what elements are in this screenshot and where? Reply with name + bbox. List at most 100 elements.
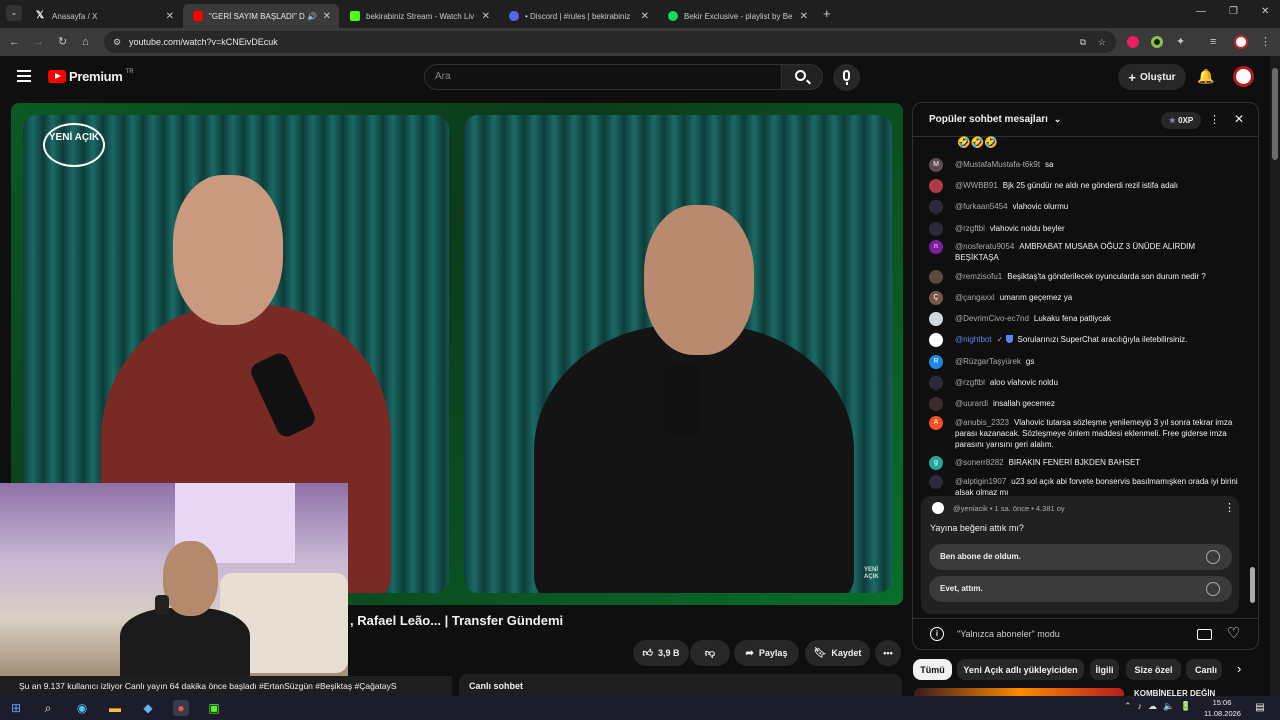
chat-author[interactable]: @rzgftbl [955, 224, 985, 233]
scrollbar-thumb[interactable] [1272, 68, 1278, 160]
voice-search-button[interactable] [833, 64, 860, 91]
page-scrollbar[interactable] [1270, 56, 1280, 698]
tab-youtube[interactable]: "GERİ SAYIM BAŞLADI" Du 🔊 ✕ [183, 4, 339, 28]
extension-icon[interactable] [1127, 36, 1139, 48]
chat-message[interactable]: @WWBB91 Bjk 25 gündür ne aldı ne gönderdi… [929, 179, 1239, 193]
share-button[interactable]: ➦ Paylaş [734, 640, 799, 666]
tab-x[interactable]: 𝕏 Anasayfa / X ✕ [26, 4, 182, 28]
store-icon[interactable]: ◆ [140, 700, 156, 716]
chat-avatar[interactable] [929, 270, 943, 284]
chat-message[interactable]: Ç @çangaxxl umarım geçemez ya [929, 291, 1239, 305]
tab-spotify[interactable]: Bekir Exclusive - playlist by Bek ✕ [658, 4, 816, 28]
filter-chip[interactable]: Canlı [1186, 659, 1222, 680]
poll-option[interactable]: Evet, attım. [929, 576, 1232, 602]
chat-avatar[interactable] [929, 179, 943, 193]
chat-author[interactable]: @uurardi [955, 399, 988, 408]
extensions-puzzle-icon[interactable]: ✦ [1176, 34, 1185, 50]
notifications-bell-icon[interactable]: 🔔 [1197, 68, 1214, 85]
chat-avatar[interactable] [929, 222, 943, 236]
chat-author[interactable]: @rzgftbl [955, 378, 985, 387]
install-icon[interactable]: ⧉ [1080, 31, 1086, 53]
close-icon[interactable]: ✕ [166, 11, 174, 22]
like-button[interactable]: 👍︎ 3,9 B [633, 640, 689, 666]
chat-author[interactable]: @anubis_2323 [955, 418, 1009, 427]
account-avatar[interactable] [1233, 66, 1254, 87]
chat-message[interactable]: R @RüzgarTaşyürek gs [929, 355, 1239, 369]
chat-avatar[interactable] [929, 333, 943, 347]
more-actions-button[interactable]: ••• [875, 640, 901, 666]
chat-avatar[interactable] [929, 312, 943, 326]
browser-menu-icon[interactable]: ⋮ [1260, 34, 1271, 50]
profile-avatar[interactable] [1234, 35, 1248, 49]
window-close-icon[interactable]: ✕ [1261, 6, 1269, 17]
address-bar[interactable]: ⚙ youtube.com/watch?v=kCNEivDEcuk ⧉ ☆ [104, 31, 1116, 53]
notification-center-icon[interactable]: ▤ [1252, 700, 1268, 716]
create-button[interactable]: + Oluştur [1118, 64, 1186, 90]
search-input[interactable]: Ara [424, 64, 782, 90]
chat-avatar[interactable]: g [929, 456, 943, 470]
tab-kick[interactable]: bekirabiniz Stream - Watch Live ✕ [340, 4, 498, 28]
chat-author[interactable]: @çangaxxl [955, 293, 995, 302]
save-button[interactable]: 🔖︎ Kaydet [805, 640, 870, 666]
chat-message[interactable]: @rzgftbl vlahovic noldu beyler [929, 222, 1239, 236]
chat-avatar[interactable]: R [929, 355, 943, 369]
new-tab-button[interactable]: + [823, 6, 831, 21]
youtube-logo[interactable]: Premium TR [48, 69, 134, 84]
filter-chip[interactable]: İlgili [1090, 659, 1119, 680]
bookmark-star-icon[interactable]: ☆ [1098, 31, 1106, 53]
chat-avatar[interactable] [929, 200, 943, 214]
close-icon[interactable]: ✕ [482, 11, 490, 22]
chat-author[interactable]: @remzisofu1 [955, 272, 1002, 281]
chat-avatar[interactable]: n [929, 240, 943, 254]
clock[interactable]: 15:06 11.08.2026 [1204, 697, 1241, 719]
chat-menu-icon[interactable]: ⋮ [1209, 113, 1220, 126]
search-icon[interactable]: ⌕ [40, 700, 56, 716]
media-controls-icon[interactable]: ≡ [1210, 34, 1216, 50]
chat-author[interactable]: @alptigin1907 [955, 477, 1006, 486]
close-icon[interactable]: ✕ [323, 11, 331, 22]
chat-author[interactable]: @RüzgarTaşyürek [955, 357, 1021, 366]
chat-message[interactable]: M @MustafaMustafa-t6k9t sa [929, 158, 1239, 172]
chat-author[interactable]: @nightbot [955, 335, 992, 344]
site-info-icon[interactable]: ⚙ [113, 31, 121, 53]
chat-message[interactable]: @furkaan5454 vlahovic olurmu [929, 200, 1239, 214]
poll-option[interactable]: Ben abone de oldum. [929, 544, 1232, 570]
chat-author[interactable]: @nosferatu9054 [955, 242, 1014, 251]
chat-author[interactable]: @MustafaMustafa-t6k9t [955, 160, 1040, 169]
chat-avatar[interactable]: M [929, 158, 943, 172]
close-icon[interactable]: ✕ [641, 11, 649, 22]
chat-scrollbar[interactable] [1250, 567, 1255, 603]
tab-discord[interactable]: • Discord | #rules | bekirabiniz ✕ [499, 4, 657, 28]
chat-message[interactable]: @rzgftbl aloo vlahovic noldu [929, 376, 1239, 390]
chat-message[interactable]: @DevrimCivo-ec7nd Lukaku fena patliycak [929, 312, 1239, 326]
reload-icon[interactable]: ↻ [58, 34, 67, 50]
chat-message[interactable]: n @nosferatu9054 AMBRABAT MUSABA OĞUZ 3 ÜN… [929, 240, 1239, 263]
chat-avatar[interactable]: A [929, 416, 943, 430]
chevron-right-icon[interactable]: › [1237, 661, 1241, 676]
close-icon[interactable]: ✕ [800, 11, 808, 22]
chat-message[interactable]: A @anubis_2323 Vlahovic tutarsa sözleşme y… [929, 416, 1239, 450]
restore-icon[interactable]: ❐ [1229, 6, 1238, 17]
chat-message[interactable]: @uurardi insallah gecemez [929, 397, 1239, 411]
edge-browser-icon[interactable]: ◉ [74, 700, 90, 716]
chat-mode-dropdown[interactable]: Popüler sohbet mesajları ⌄ [929, 114, 1061, 125]
minimize-icon[interactable]: — [1196, 6, 1206, 17]
chat-message[interactable]: @nightbot ✓ Sorularınızı SuperChat aracıl… [929, 333, 1239, 347]
chat-message[interactable]: @remzisofu1 Beşiktaş'ta gönderilecek oyun… [929, 270, 1239, 284]
search-button[interactable] [781, 64, 823, 90]
recommendation-title[interactable]: KOMBİNELER DEĞİN [1134, 688, 1215, 696]
chat-author[interactable]: @furkaan5454 [955, 202, 1008, 211]
filter-chip[interactable]: Tümü [913, 659, 952, 680]
chat-avatar[interactable] [929, 397, 943, 411]
dislike-button[interactable]: 👎︎ [690, 640, 730, 666]
forward-arrow-icon[interactable]: → [33, 34, 44, 50]
chat-avatar[interactable] [929, 475, 943, 489]
poll-menu-icon[interactable]: ⋮ [1224, 501, 1235, 514]
chrome-icon[interactable]: ● [173, 700, 189, 716]
windows-start-icon[interactable]: ⊞ [8, 700, 24, 716]
chat-message[interactable]: @alptigin1907 u23 sol açık abi forvete bo… [929, 475, 1239, 498]
chat-avatar[interactable] [929, 376, 943, 390]
points-badge[interactable]: ★ 0XP [1161, 112, 1201, 129]
extension-icon[interactable] [1151, 36, 1163, 48]
speaker-icon[interactable]: 🔊 [307, 12, 317, 21]
